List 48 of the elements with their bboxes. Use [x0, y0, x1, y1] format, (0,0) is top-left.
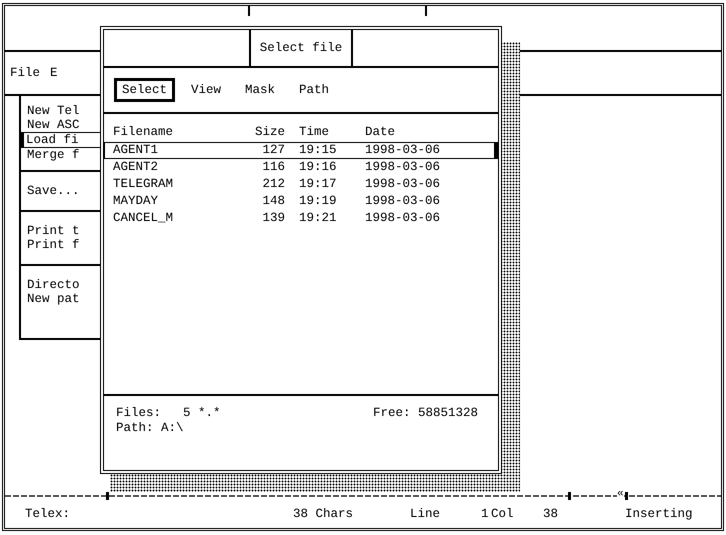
- dialog-menu-item[interactable]: Mask: [237, 78, 284, 102]
- dialog-title: Select file: [260, 41, 342, 55]
- table-cell-text: 19:16: [298, 160, 338, 175]
- column-number: 38: [543, 507, 558, 521]
- table-cell-text: 212: [261, 177, 285, 192]
- line-number: 1: [481, 507, 489, 521]
- files-count: 5 *.*: [183, 406, 221, 421]
- table-cell-text: MAYDAY: [113, 194, 160, 209]
- dialog-menu-item[interactable]: View: [183, 78, 230, 102]
- dialog-menu-item[interactable]: Select: [114, 78, 176, 102]
- table-cell-text: 1998-03-06: [364, 177, 442, 192]
- table-cell-text: TELEGRAM: [113, 177, 174, 192]
- table-cell-text: 19:15: [298, 143, 338, 158]
- tab-marker: «: [617, 488, 624, 500]
- path-label: Path: A:\: [116, 421, 184, 436]
- table-cell-text: 19:19: [298, 194, 338, 209]
- status-label: Telex:: [25, 507, 70, 521]
- table-cell-text: 1998-03-06: [364, 160, 442, 175]
- table-cell-text: 139: [261, 211, 285, 226]
- table-cell-text: 1998-03-06: [364, 194, 442, 209]
- menu-bar-item[interactable]: E: [50, 66, 58, 80]
- files-label: Files:: [116, 406, 162, 421]
- table-cell-text: AGENT2: [113, 160, 160, 175]
- file-row[interactable]: AGENT2 116 19:16 1998-03-06: [104, 159, 498, 176]
- mode-indicator: Inserting: [625, 507, 693, 521]
- table-cell-text: CANCEL_M: [113, 211, 174, 226]
- table-cell-text: 19:17: [298, 177, 338, 192]
- file-row[interactable]: AGENT1 127 19:15 1998-03-06: [104, 142, 498, 159]
- table-cell-text: 1998-03-06: [364, 211, 442, 226]
- table-cell-text: 1998-03-06: [364, 143, 442, 158]
- table-cell-text: AGENT1: [113, 143, 160, 158]
- file-row[interactable]: MAYDAY 148 19:19 1998-03-06: [104, 193, 498, 210]
- column-header: Date: [364, 125, 396, 141]
- table-cell-text: 116: [261, 160, 285, 175]
- column-header: Time: [298, 125, 330, 141]
- char-count: 38 Chars: [293, 507, 354, 521]
- table-cell-text: 19:21: [298, 211, 338, 226]
- table-cell-text: 148: [261, 194, 285, 209]
- table-cell-text: 127: [261, 143, 285, 158]
- column-header: Size: [254, 125, 285, 141]
- menu-bar-item[interactable]: File: [10, 66, 40, 80]
- column-header: Filename: [113, 125, 174, 141]
- file-row[interactable]: TELEGRAM 212 19:17 1998-03-06: [104, 176, 498, 193]
- free-space: Free: 58851328: [372, 406, 478, 421]
- file-row[interactable]: CANCEL_M 139 19:21 1998-03-06: [104, 210, 498, 227]
- dialog-menu-item[interactable]: Path: [291, 78, 338, 102]
- line-label: Line: [410, 507, 440, 521]
- column-label: Col: [491, 507, 514, 521]
